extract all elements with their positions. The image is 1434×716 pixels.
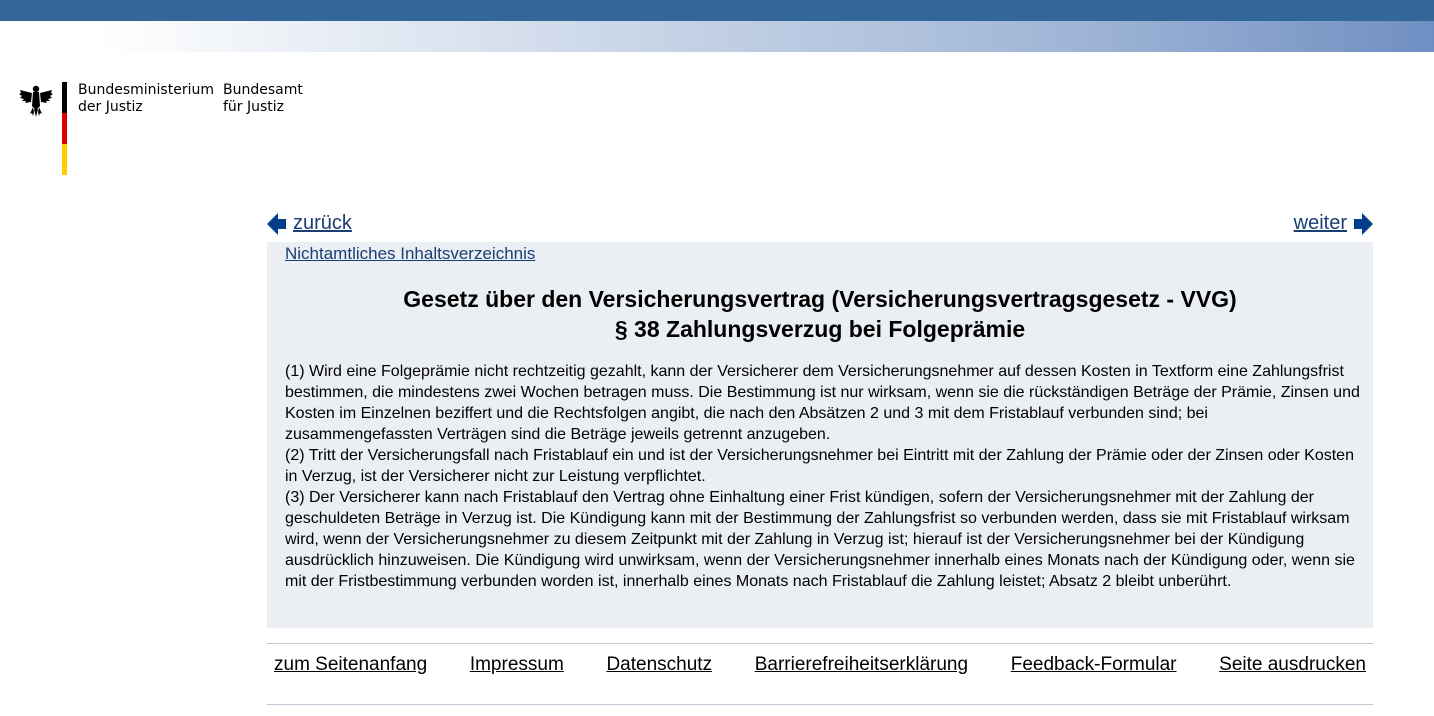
office-name: Bundesamt für Justiz [223,82,343,116]
footer-link-top-of-page[interactable]: zum Seitenanfang [274,654,427,676]
paragraph-3: (3) Der Versicherer kann nach Fristablau… [285,489,1355,590]
footer-divider-bottom [267,704,1373,705]
next-link[interactable]: weiter [1294,212,1373,235]
federal-eagle-icon [19,85,53,117]
table-of-contents-link[interactable]: Nichtamtliches Inhaltsverzeichnis [285,244,535,264]
footer-link-print[interactable]: Seite ausdrucken [1219,654,1366,676]
gradient-banner [0,21,1434,52]
german-flag-bar [62,82,67,175]
footer-link-feedback[interactable]: Feedback-Formular [1011,654,1177,676]
next-link-label[interactable]: weiter [1294,212,1347,235]
law-text: (1) Wird eine Folgeprämie nicht rechtzei… [285,361,1360,592]
footer-link-accessibility[interactable]: Barrierefreiheitserklärung [755,654,968,676]
section-title: § 38 Zahlungsverzug bei Folgeprämie [614,316,1026,342]
previous-link[interactable]: zurück [267,212,352,235]
top-bar [0,0,1434,21]
arrow-right-icon[interactable] [1353,212,1373,235]
footer-link-imprint[interactable]: Impressum [470,654,564,676]
paragraph-1: (1) Wird eine Folgeprämie nicht rechtzei… [285,363,1360,443]
arrow-left-icon[interactable] [267,212,287,235]
ministry-name: Bundesministerium der Justiz [78,82,218,116]
office-name-line2: für Justiz [223,99,285,115]
paragraph-2: (2) Tritt der Versicherungsfall nach Fri… [285,447,1354,485]
section-navigation: zurück weiter [267,212,1373,242]
office-name-line1: Bundesamt [223,82,303,98]
law-title: Gesetz über den Versicherungsvertrag (Ve… [267,284,1373,344]
footer-nav: zum Seitenanfang Impressum Datenschutz B… [267,651,1373,679]
law-content-panel: Nichtamtliches Inhaltsverzeichnis Gesetz… [267,242,1373,628]
footer-divider-top [267,643,1373,644]
ministry-name-line1: Bundesministerium [78,82,214,98]
law-title-name: Gesetz über den Versicherungsvertrag (Ve… [403,286,1237,312]
footer-link-privacy[interactable]: Datenschutz [606,654,712,676]
ministry-name-line2: der Justiz [78,99,143,115]
previous-link-label[interactable]: zurück [293,212,352,235]
